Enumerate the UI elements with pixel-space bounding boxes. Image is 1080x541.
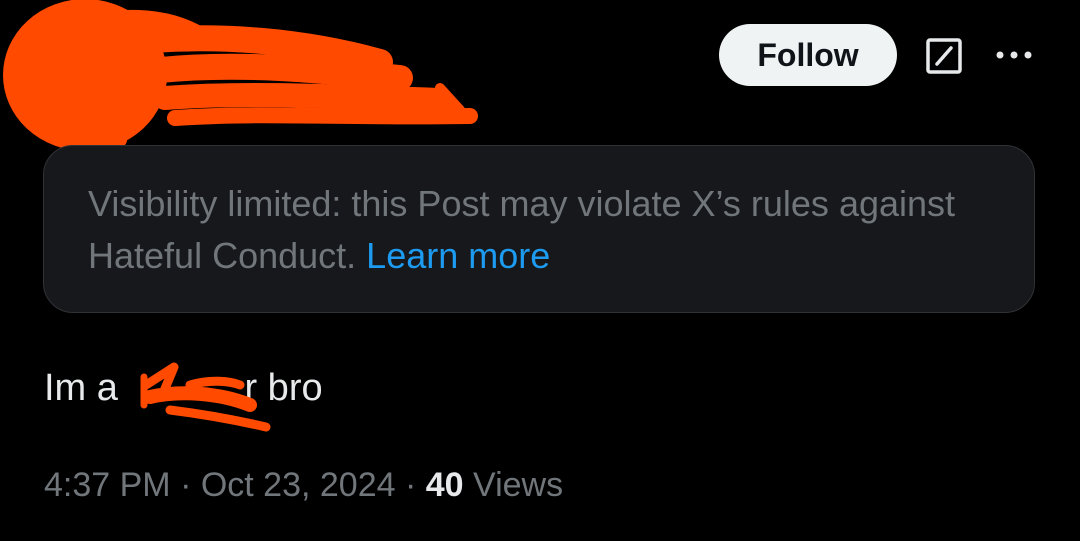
views-label[interactable]: Views [464,466,563,504]
meta-separator: · [170,466,201,504]
follow-button[interactable]: Follow [719,24,897,86]
more-horizontal-icon[interactable] [994,44,1034,66]
post-header: Follow [0,0,1080,151]
post-time[interactable]: 4:37 PM [44,466,171,504]
views-count[interactable]: 40 [426,466,464,504]
post-meta: 4:37 PM · Oct 23, 2024 · 40 Views [44,462,563,508]
learn-more-link[interactable]: Learn more [366,235,550,276]
visibility-limited-notice: Visibility limited: this Post may violat… [43,145,1035,313]
redacted-user-scribble [3,0,478,151]
grok-slash-box-icon[interactable] [925,37,963,75]
post-date[interactable]: Oct 23, 2024 [201,466,396,504]
meta-separator: · [395,466,426,504]
redacted-word-scribble [140,362,271,432]
post-text-start: Im a [44,367,129,409]
notice-text: Visibility limited: this Post may violat… [88,178,990,282]
